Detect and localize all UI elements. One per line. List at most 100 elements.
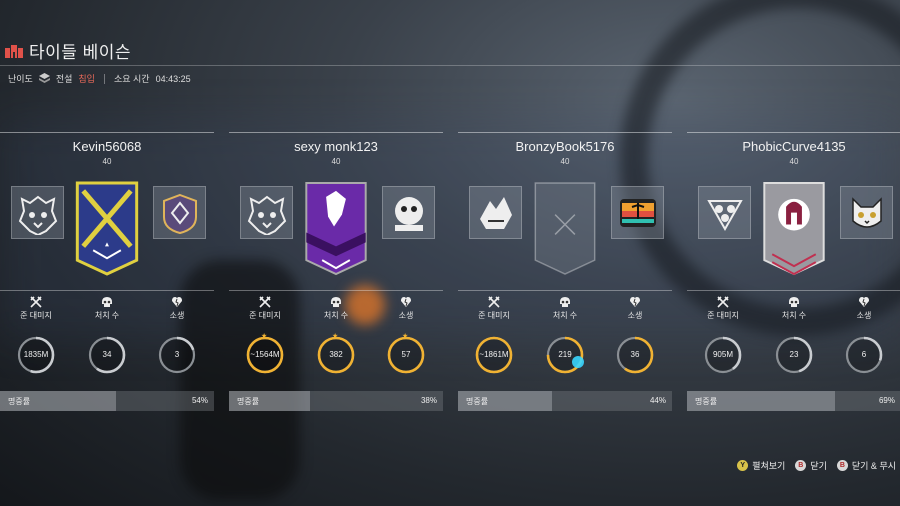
broken-heart-icon <box>172 297 182 307</box>
player-panel[interactable]: PhobicCurve4135 40 준 대미지 처치 수 소생 905M 23 <box>687 132 900 416</box>
panel-divider <box>687 132 900 133</box>
mission-info: 난이도 전설 침입 소요 시간 04:43:25 <box>8 72 191 85</box>
empty-banner <box>534 182 596 275</box>
damage-stat: 준 대미지 <box>693 296 753 321</box>
kills-stat: 처치 수 <box>535 296 595 321</box>
wolf-skull-icon <box>240 186 293 239</box>
player-name: Kevin56068 <box>72 139 142 154</box>
kills-label: 처치 수 <box>94 311 120 320</box>
damage-icon <box>30 296 42 308</box>
wolf-head-icon <box>469 186 522 239</box>
damage-ring: 1835M <box>16 335 56 375</box>
panel-divider <box>229 290 443 291</box>
skull-icon <box>560 297 570 307</box>
cat-face-icon <box>840 186 893 239</box>
accuracy-label: 명중률 <box>466 397 489 406</box>
skull-icon <box>789 297 799 307</box>
damage-stat: 준 대미지 <box>235 296 295 321</box>
damage-label: 준 대미지 <box>20 311 52 320</box>
kills-stat: 처치 수 <box>764 296 824 321</box>
player-level: 40 <box>331 157 341 166</box>
kills-ring: 219 <box>545 335 585 375</box>
kills-ring: 34 <box>87 335 127 375</box>
expand-label: 펼쳐보기 <box>752 461 786 471</box>
accuracy-label: 명중률 <box>8 397 31 406</box>
difficulty-label: 난이도 <box>8 74 33 84</box>
deaths-label: 소생 <box>627 311 643 320</box>
accuracy-bar: 명중률 38% <box>229 391 443 411</box>
close-ignore-button[interactable]: B 닫기 & 무시 <box>836 459 896 472</box>
kills-ring: ★ 382 <box>316 333 356 375</box>
difficulty-extra: 침입 <box>78 74 95 84</box>
damage-value: 1835M <box>23 350 49 359</box>
damage-ring: 905M <box>703 335 743 375</box>
broken-heart-icon <box>630 297 640 307</box>
wolf-skull-icon <box>11 186 64 239</box>
damage-value: 905M <box>712 350 733 359</box>
expand-button[interactable]: Y 펼쳐보기 <box>737 459 785 472</box>
accuracy-bar: 명중률 44% <box>458 391 672 411</box>
player-name: PhobicCurve4135 <box>742 139 846 154</box>
time-value: 04:43:25 <box>155 73 191 84</box>
blue-crossed-rifles-banner <box>75 181 139 276</box>
shield-crest-icon <box>153 186 206 239</box>
deaths-stat: 소생 <box>376 296 436 321</box>
kills-value: 23 <box>789 350 799 359</box>
deaths-label: 소생 <box>398 311 414 320</box>
header: 타이들 베이슨 난이도 전설 침입 소요 시간 04:43:25 <box>0 0 900 84</box>
header-divider <box>0 65 900 66</box>
accuracy-label: 명중률 <box>237 397 260 406</box>
deaths-stat: 소생 <box>834 296 894 321</box>
player-name: BronzyBook5176 <box>515 139 615 154</box>
panel-divider <box>458 290 672 291</box>
player-panel[interactable]: Kevin56068 40 준 대미지 처치 수 소생 1835M 34 3 명… <box>0 132 214 416</box>
broken-heart-icon <box>859 297 869 307</box>
difficulty-value: 전설 <box>55 74 73 84</box>
kills-value: 382 <box>329 350 343 359</box>
close-button[interactable]: B 닫기 <box>795 459 827 472</box>
resident-evil-badge-icon <box>382 186 435 239</box>
accuracy-value: 44% <box>649 396 666 405</box>
sunset-palm-icon <box>611 186 664 239</box>
skull-icon <box>102 297 112 307</box>
player-panel[interactable]: BronzyBook5176 40 준 대미지 처치 수 소생 ~1861M 2… <box>458 132 672 416</box>
kills-value: 34 <box>102 350 112 359</box>
divider <box>103 73 105 84</box>
player-panel[interactable]: sexy monk123 40 준 대미지 처치 수 소생 ★ ~1564M ★… <box>229 132 443 416</box>
player-level: 40 <box>560 157 570 166</box>
skull-icon <box>331 297 341 307</box>
kills-ring: 23 <box>774 335 814 375</box>
panel-divider <box>229 132 443 133</box>
player-level: 40 <box>102 157 112 166</box>
damage-icon <box>717 296 729 308</box>
kills-label: 처치 수 <box>552 311 578 320</box>
deaths-value: 36 <box>630 350 640 359</box>
broken-heart-icon <box>401 297 411 307</box>
triple-skull-icon <box>698 186 751 239</box>
kills-stat: 처치 수 <box>306 296 366 321</box>
damage-icon <box>259 296 271 308</box>
damage-value: ~1861M <box>479 350 509 359</box>
deaths-stat: 소생 <box>605 296 665 321</box>
panel-divider <box>687 290 900 291</box>
footer-controls: Y 펼쳐보기 B 닫기 B 닫기 & 무시 <box>737 459 900 472</box>
kills-label: 처치 수 <box>323 311 349 320</box>
accuracy-value: 54% <box>191 396 208 405</box>
time-label: 소요 시간 <box>113 74 150 84</box>
damage-ring: ~1861M <box>474 335 514 375</box>
accuracy-value: 69% <box>878 396 895 405</box>
damage-ring: ★ ~1564M <box>245 333 285 375</box>
deaths-value: 57 <box>401 350 411 359</box>
deaths-ring: 3 <box>157 335 197 375</box>
deaths-ring: ★ 57 <box>386 333 426 375</box>
y-button-icon: Y <box>737 460 749 471</box>
panel-divider <box>0 290 214 291</box>
kills-label: 처치 수 <box>781 311 807 320</box>
panel-divider <box>458 132 672 133</box>
damage-icon <box>488 296 500 308</box>
close-label: 닫기 <box>810 461 827 471</box>
damage-stat: 준 대미지 <box>464 296 524 321</box>
purple-wolf-banner <box>305 181 367 276</box>
damage-value: ~1564M <box>250 350 280 359</box>
title-text: 타이들 베이슨 <box>29 43 132 62</box>
